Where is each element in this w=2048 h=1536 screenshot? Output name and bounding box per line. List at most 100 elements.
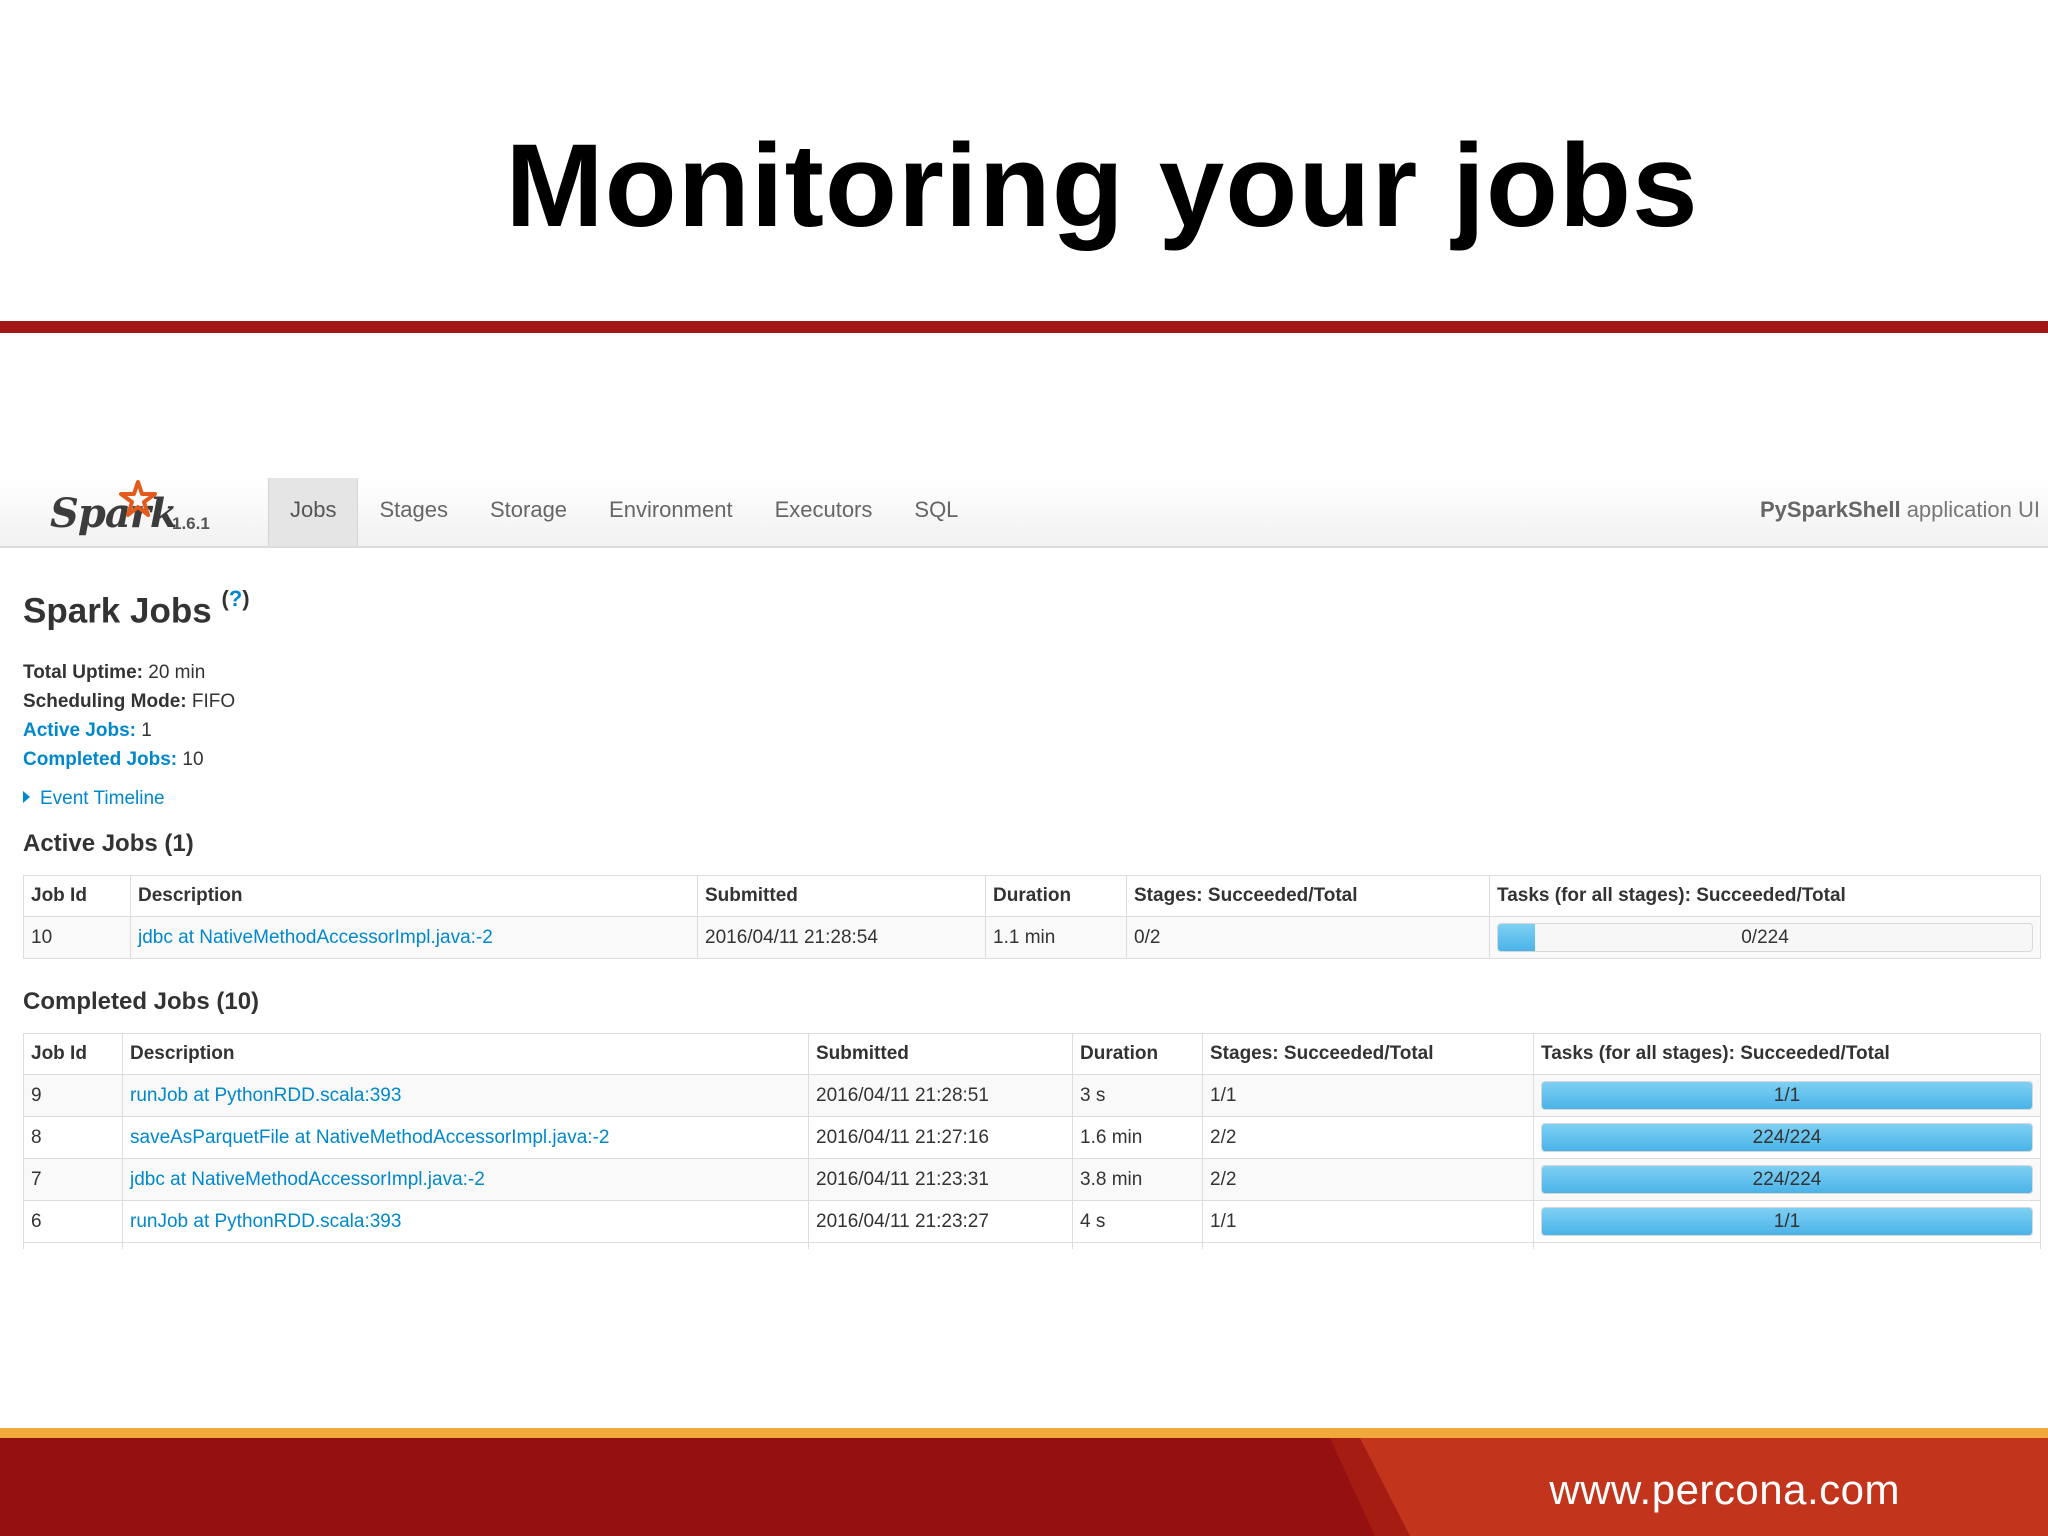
help-tooltip: (?): [221, 586, 250, 611]
job-id-cell: 9: [23, 1074, 123, 1117]
column-header[interactable]: Tasks (for all stages): Succeeded/Total: [1533, 1033, 2041, 1075]
tab-executors[interactable]: Executors: [754, 478, 894, 546]
description-cell: runJob at PythonRDD.scala:393: [122, 1074, 809, 1117]
empty-cell: [23, 1242, 123, 1249]
completed-jobs-heading[interactable]: Completed Jobs (10): [23, 988, 259, 1016]
tab-stages[interactable]: Stages: [358, 478, 469, 546]
table-row: 9 runJob at PythonRDD.scala:393 2016/04/11…: [23, 1074, 2041, 1117]
summary-mode: Scheduling Mode: FIFO: [23, 687, 235, 716]
column-header[interactable]: Submitted: [808, 1033, 1073, 1075]
tab-environment[interactable]: Environment: [588, 478, 754, 546]
column-header[interactable]: Tasks (for all stages): Succeeded/Total: [1489, 875, 2041, 917]
uptime-value: 20 min: [142, 662, 206, 683]
column-header[interactable]: Description: [130, 875, 698, 917]
page-title-text: Spark Jobs: [23, 591, 212, 631]
help-link[interactable]: ?: [229, 586, 242, 611]
title-divider: [0, 321, 2048, 333]
table-header-row: Job Id Description Submitted Duration Stages…: [23, 1033, 2041, 1075]
column-header[interactable]: Job Id: [23, 1033, 123, 1075]
task-progress-bar: 224/224: [1541, 1165, 2033, 1194]
job-summary: Total Uptime: 20 min Scheduling Mode: FI…: [23, 658, 235, 774]
application-name: PySparkShell application UI: [1760, 478, 2040, 542]
job-id-cell: 7: [23, 1158, 123, 1201]
active-jobs-heading[interactable]: Active Jobs (1): [23, 830, 194, 858]
progress-text: 224/224: [1752, 1169, 1822, 1190]
job-id-cell: 8: [23, 1116, 123, 1159]
submitted-cell: 2016/04/11 21:28:54: [697, 916, 986, 959]
spark-star-icon: [119, 480, 157, 517]
tasks-cell: 1/1: [1533, 1200, 2041, 1243]
tab-sql[interactable]: SQL: [893, 478, 979, 546]
job-description-link[interactable]: runJob at PythonRDD.scala:393: [130, 1085, 401, 1106]
completed-jobs-link[interactable]: Completed Jobs:: [23, 749, 177, 770]
summary-active: Active Jobs: 1: [23, 716, 235, 745]
description-cell: runJob at PythonRDD.scala:393: [122, 1200, 809, 1243]
empty-cell: [1072, 1242, 1203, 1249]
tasks-cell: 1/1: [1533, 1074, 2041, 1117]
job-id-cell: 10: [23, 916, 131, 959]
progress-text: 1/1: [1773, 1211, 1801, 1232]
mode-label: Scheduling Mode:: [23, 691, 187, 712]
description-cell: jdbc at NativeMethodAccessorImpl.java:-2: [130, 916, 698, 959]
stages-cell: 1/1: [1202, 1074, 1534, 1117]
table-row: [23, 1242, 2041, 1249]
description-cell: jdbc at NativeMethodAccessorImpl.java:-2: [122, 1158, 809, 1201]
job-id-cell: 6: [23, 1200, 123, 1243]
slide-footer: www.percona.com: [0, 1438, 2048, 1536]
event-timeline-label: Event Timeline: [40, 788, 165, 809]
stages-cell: 2/2: [1202, 1158, 1534, 1201]
tab-storage[interactable]: Storage: [469, 478, 588, 546]
event-timeline-toggle[interactable]: Event Timeline: [23, 788, 165, 810]
table-row: 10 jdbc at NativeMethodAccessorImpl.java:…: [23, 916, 2041, 959]
column-header[interactable]: Submitted: [697, 875, 986, 917]
tab-jobs[interactable]: Jobs: [268, 478, 359, 546]
active-jobs-link[interactable]: Active Jobs:: [23, 720, 136, 741]
tasks-cell: 224/224: [1533, 1158, 2041, 1201]
empty-cell: [808, 1242, 1073, 1249]
duration-cell: 1.1 min: [985, 916, 1127, 959]
submitted-cell: 2016/04/11 21:23:31: [808, 1158, 1073, 1201]
slide-title: Monitoring your jobs: [505, 120, 1699, 252]
task-progress-bar: 224/224: [1541, 1123, 2033, 1152]
submitted-cell: 2016/04/11 21:23:27: [808, 1200, 1073, 1243]
task-progress-bar: 1/1: [1541, 1207, 2033, 1236]
job-description-link[interactable]: jdbc at NativeMethodAccessorImpl.java:-2: [130, 1169, 485, 1190]
spark-navbar: Spark 1.6.1 Jobs Stages Storage Environm…: [0, 478, 2048, 548]
summary-completed: Completed Jobs: 10: [23, 745, 235, 774]
app-name-bold: PySparkShell: [1759, 497, 1901, 522]
column-header[interactable]: Description: [122, 1033, 809, 1075]
stages-cell: 1/1: [1202, 1200, 1534, 1243]
progress-text: 1/1: [1773, 1085, 1801, 1106]
description-cell: saveAsParquetFile at NativeMethodAccesso…: [122, 1116, 809, 1159]
progress-text: 0/224: [1741, 927, 1789, 948]
job-description-link[interactable]: runJob at PythonRDD.scala:393: [130, 1211, 401, 1232]
completed-jobs-value: 10: [177, 749, 204, 770]
app-name-suffix: application UI: [1900, 497, 2040, 522]
column-header[interactable]: Duration: [985, 875, 1127, 917]
job-description-link[interactable]: saveAsParquetFile at NativeMethodAccesso…: [130, 1127, 609, 1148]
column-header[interactable]: Job Id: [23, 875, 131, 917]
nav-tabs: Jobs Stages Storage Environment Executor…: [268, 478, 979, 546]
column-header[interactable]: Stages: Succeeded/Total: [1126, 875, 1490, 917]
active-jobs-value: 1: [135, 720, 152, 741]
duration-cell: 4 s: [1072, 1200, 1203, 1243]
active-jobs-table: Job Id Description Submitted Duration Stages…: [23, 875, 2041, 959]
tasks-cell: 224/224: [1533, 1116, 2041, 1159]
empty-cell: [1202, 1242, 1534, 1249]
stages-cell: 0/2: [1126, 916, 1490, 959]
column-header[interactable]: Duration: [1072, 1033, 1203, 1075]
progress-text: 224/224: [1752, 1127, 1822, 1148]
column-header[interactable]: Stages: Succeeded/Total: [1202, 1033, 1534, 1075]
submitted-cell: 2016/04/11 21:28:51: [808, 1074, 1073, 1117]
task-progress-bar: 1/1: [1541, 1081, 2033, 1110]
expand-arrow-icon: [23, 791, 30, 803]
duration-cell: 1.6 min: [1072, 1116, 1203, 1159]
stages-cell: 2/2: [1202, 1116, 1534, 1159]
table-row: 6 runJob at PythonRDD.scala:393 2016/04/11…: [23, 1200, 2041, 1243]
job-description-link[interactable]: jdbc at NativeMethodAccessorImpl.java:-2: [138, 927, 493, 948]
duration-cell: 3.8 min: [1072, 1158, 1203, 1201]
footer-stripe: [0, 1428, 2048, 1438]
footer-url[interactable]: www.percona.com: [1549, 1466, 1900, 1514]
empty-cell: [122, 1242, 809, 1249]
summary-uptime: Total Uptime: 20 min: [23, 658, 235, 687]
